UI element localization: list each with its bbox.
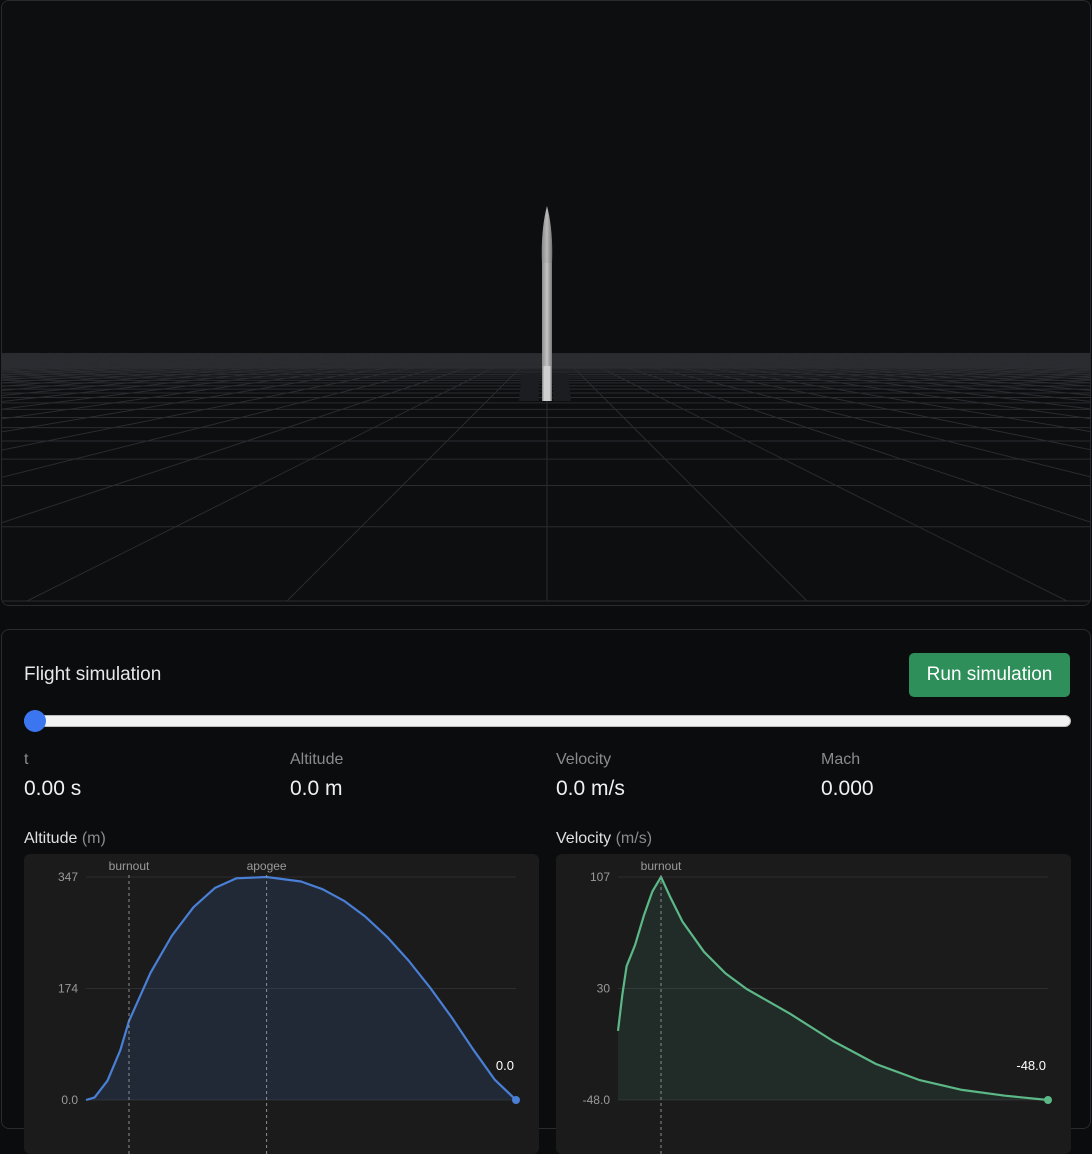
stat-label: Velocity bbox=[556, 751, 625, 769]
stat-value: 0.0 m bbox=[290, 777, 343, 801]
y-tick-label: 0.0 bbox=[61, 1093, 78, 1107]
end-value-label: -48.0 bbox=[1016, 1058, 1046, 1073]
run-simulation-button[interactable]: Run simulation bbox=[909, 653, 1070, 697]
chart-title-unit: (m/s) bbox=[616, 830, 652, 847]
y-tick-label: 107 bbox=[590, 870, 610, 884]
stat-value: 0.0 m/s bbox=[556, 777, 625, 801]
y-tick-label: 347 bbox=[58, 870, 78, 884]
slider-track[interactable] bbox=[24, 715, 1071, 727]
event-marker-label: burnout bbox=[641, 859, 682, 873]
panel-title: Flight simulation bbox=[24, 664, 161, 686]
stat-value: 0.00 s bbox=[24, 777, 81, 801]
stat-altitude: Altitude 0.0 m bbox=[290, 751, 343, 801]
y-tick-label: 174 bbox=[58, 982, 78, 996]
velocity-chart-svg[interactable]: 107 30 -48.0 burnout -48.0 bbox=[556, 854, 1071, 1154]
stat-label: Altitude bbox=[290, 751, 343, 769]
scene-viewport[interactable] bbox=[1, 0, 1091, 606]
slider-thumb[interactable] bbox=[24, 710, 46, 732]
scene-canvas[interactable] bbox=[2, 1, 1091, 606]
stat-time: t 0.00 s bbox=[24, 751, 81, 801]
current-point bbox=[512, 1096, 520, 1104]
altitude-chart-title: Altitude (m) bbox=[24, 830, 106, 848]
simulation-panel: Flight simulation Run simulation t 0.00 … bbox=[1, 629, 1091, 1129]
stat-value: 0.000 bbox=[821, 777, 874, 801]
y-tick-label: 30 bbox=[597, 982, 611, 996]
stat-velocity: Velocity 0.0 m/s bbox=[556, 751, 625, 801]
chart-title-text: Velocity bbox=[556, 830, 611, 847]
stat-label: t bbox=[24, 751, 81, 769]
event-marker-label: burnout bbox=[109, 859, 150, 873]
event-marker-label: apogee bbox=[247, 859, 287, 873]
stat-label: Mach bbox=[821, 751, 874, 769]
altitude-chart[interactable]: 347 174 0.0 burnout apogee 0.0 bbox=[24, 854, 539, 1154]
chart-title-text: Altitude bbox=[24, 830, 77, 847]
end-value-label: 0.0 bbox=[496, 1058, 514, 1073]
altitude-chart-svg[interactable]: 347 174 0.0 burnout apogee 0.0 bbox=[24, 854, 539, 1154]
time-slider[interactable] bbox=[24, 715, 1071, 727]
chart-title-unit: (m) bbox=[82, 830, 106, 847]
velocity-chart-title: Velocity (m/s) bbox=[556, 830, 652, 848]
velocity-chart[interactable]: 107 30 -48.0 burnout -48.0 bbox=[556, 854, 1071, 1154]
stat-mach: Mach 0.000 bbox=[821, 751, 874, 801]
y-tick-label: -48.0 bbox=[583, 1093, 611, 1107]
current-point bbox=[1044, 1096, 1052, 1104]
